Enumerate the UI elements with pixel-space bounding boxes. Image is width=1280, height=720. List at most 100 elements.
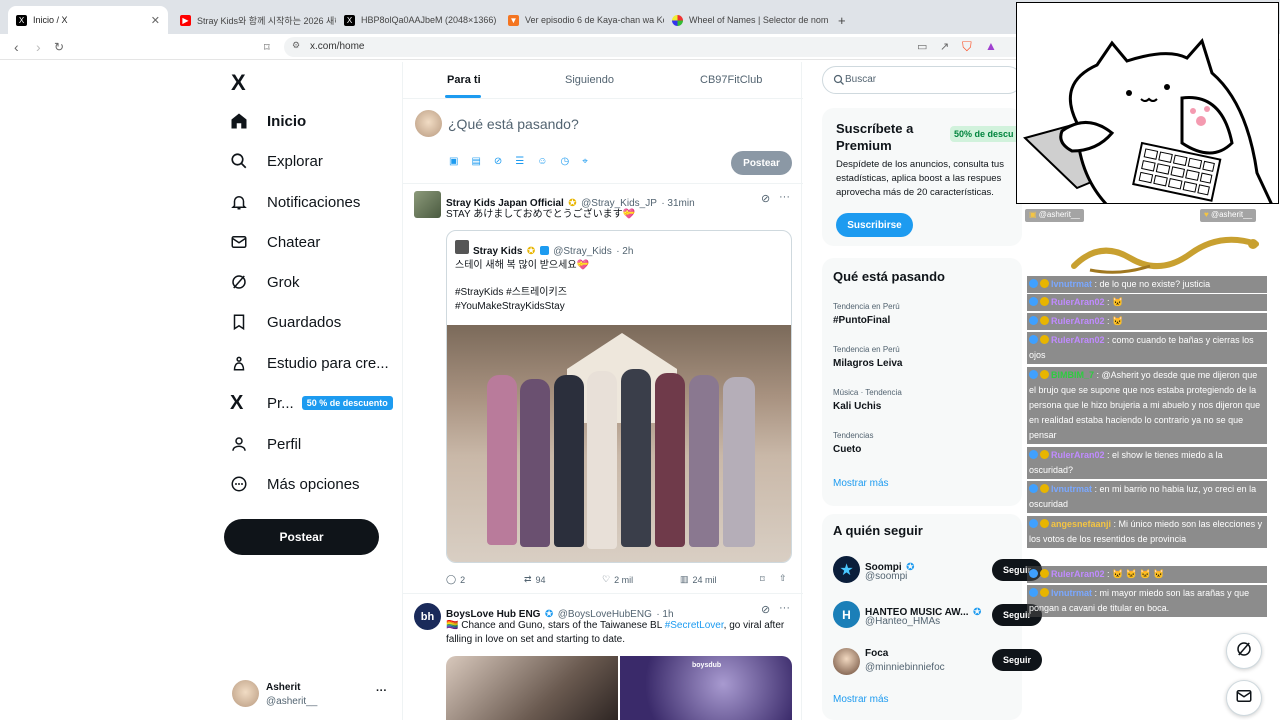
nav-label: Grok bbox=[267, 273, 300, 291]
person-figure bbox=[655, 373, 685, 547]
chat-separator: : bbox=[1094, 370, 1102, 380]
nav-item-guardados[interactable]: Guardados bbox=[226, 302, 396, 342]
search-input[interactable]: Buscar bbox=[845, 74, 876, 85]
follow-show-more-link[interactable]: Mostrar más bbox=[833, 694, 889, 705]
tab-para-ti[interactable]: Para ti bbox=[447, 74, 481, 86]
nav-item-inicio[interactable]: Inicio bbox=[226, 101, 396, 141]
views-button[interactable]: ▥ 24 mil bbox=[680, 574, 717, 585]
bookmark-icon bbox=[230, 311, 258, 333]
grok-explain-icon[interactable]: ⊘ bbox=[761, 192, 770, 205]
compose-post-button[interactable]: Postear bbox=[731, 151, 792, 175]
follow-name[interactable]: Foca bbox=[865, 648, 888, 659]
nav-label: Notificaciones bbox=[267, 193, 361, 211]
brave-rewards-icon[interactable]: ▲ bbox=[985, 39, 997, 53]
nav-item-perfil[interactable]: Perfil bbox=[226, 424, 396, 464]
tab-siguiendo[interactable]: Siguiendo bbox=[565, 74, 614, 86]
nav-item-notificaciones[interactable]: Notificaciones bbox=[226, 182, 396, 222]
chat-badge-icon bbox=[1040, 484, 1049, 493]
tweet-text: STAY あけましておめでとうございます💝 bbox=[446, 209, 636, 220]
follow-title: A quién seguir bbox=[833, 523, 923, 538]
trend-item[interactable]: Tendencia en Perú #PuntoFinal bbox=[833, 302, 900, 326]
share-icon[interactable]: ↗ bbox=[940, 40, 949, 53]
site-info-icon[interactable]: ⚙ bbox=[292, 40, 300, 51]
tweet-image-left[interactable] bbox=[446, 656, 618, 720]
tab-cb97fitclub[interactable]: CB97FitClub bbox=[700, 74, 762, 86]
post-button[interactable]: Postear bbox=[224, 519, 379, 555]
tweet[interactable]: bh BoysLove Hub ENG ✪ @BoysLoveHubENG · … bbox=[403, 594, 803, 720]
follow-button[interactable]: Seguir bbox=[992, 649, 1042, 671]
quoted-tweet[interactable]: Stray Kids ✪ @Stray_Kids · 2h 스테이 새해 복 많… bbox=[446, 230, 792, 563]
hashtag-link[interactable]: #SecretLover bbox=[665, 620, 724, 631]
crunchyroll-favicon-icon: ▼ bbox=[508, 14, 519, 26]
heart-icon: ♥ bbox=[1204, 210, 1209, 219]
retweet-count: 94 bbox=[535, 574, 546, 585]
more-icon[interactable]: ··· bbox=[376, 685, 387, 697]
grok-floating-button[interactable] bbox=[1226, 633, 1262, 669]
chat-badge-icon bbox=[1040, 588, 1049, 597]
search-icon bbox=[833, 73, 845, 91]
compose-input[interactable]: ¿Qué está pasando? bbox=[448, 116, 579, 132]
search-box[interactable]: Buscar bbox=[822, 66, 1022, 94]
forward-icon[interactable]: › bbox=[36, 39, 41, 55]
schedule-icon[interactable]: ◷ bbox=[560, 156, 569, 167]
account-switcher[interactable]: Asherit @asherit__ ··· bbox=[228, 676, 398, 712]
trend-name: Cueto bbox=[833, 444, 862, 455]
like-button[interactable]: ♡ 2 mil bbox=[602, 574, 633, 585]
tab-image[interactable]: X HBP8olQa0AAJbeM (2048×1366) bbox=[336, 6, 500, 34]
grok-icon[interactable]: ⊘ bbox=[494, 156, 502, 167]
nav-item-estudio[interactable]: Estudio para cre... bbox=[226, 343, 396, 383]
trend-item[interactable]: Música · Tendencia Kali Uchis bbox=[833, 388, 902, 412]
retweet-button[interactable]: ⇄ 94 bbox=[524, 574, 546, 585]
chat-text: @Asherit yo desde que me dijeron que el … bbox=[1029, 370, 1261, 440]
bookmark-icon[interactable]: ⌑ bbox=[760, 574, 765, 585]
nav-item-premium[interactable]: X Pr... 50 % de descuento bbox=[226, 383, 396, 423]
messages-floating-button[interactable] bbox=[1226, 680, 1262, 716]
gif-icon[interactable]: ▤ bbox=[471, 156, 480, 167]
bookmark-page-icon[interactable]: ⌑ bbox=[264, 41, 270, 54]
share-icon[interactable]: ⇧ bbox=[779, 573, 787, 584]
subscribe-button[interactable]: Suscribirse bbox=[836, 213, 913, 237]
brave-shield-icon[interactable]: ⛉ bbox=[962, 39, 972, 55]
tab-wheel-of-names[interactable]: Wheel of Names | Selector de nomb bbox=[664, 6, 828, 34]
person-figure bbox=[554, 375, 584, 547]
chat-separator: : bbox=[1092, 484, 1100, 494]
nav-label: Chatear bbox=[267, 233, 321, 251]
more-icon[interactable]: ··· bbox=[779, 602, 790, 614]
tweet-image-right[interactable]: boysdub bbox=[620, 656, 792, 720]
chat-username: RulerAran02 bbox=[1051, 450, 1105, 460]
nav-item-chatear[interactable]: Chatear bbox=[226, 222, 396, 262]
chat-username: lvnutrmat bbox=[1051, 484, 1093, 494]
trend-item[interactable]: Tendencia en Perú Milagros Leiva bbox=[833, 345, 902, 369]
group-photo[interactable] bbox=[447, 325, 791, 562]
reload-icon[interactable]: ↻ bbox=[54, 40, 64, 54]
emoji-icon[interactable]: ☺ bbox=[537, 156, 547, 167]
nav-item-explorar[interactable]: Explorar bbox=[226, 141, 396, 181]
cast-icon[interactable]: ▭ bbox=[917, 40, 927, 53]
chat-username: lvnutrmat bbox=[1051, 279, 1093, 289]
close-icon[interactable]: ✕ bbox=[145, 14, 160, 27]
url-field[interactable]: ⚙ x.com/home bbox=[284, 37, 1024, 57]
tab-stray-kids[interactable]: ▶ Stray Kids와 함께 시작하는 2026 새해 bbox=[172, 6, 336, 34]
tab-inicio-x[interactable]: X Inicio / X ✕ bbox=[8, 6, 168, 34]
tab-title: Inicio / X bbox=[33, 15, 68, 25]
tweet[interactable]: Stray Kids Japan Official ✪ @Stray_Kids_… bbox=[403, 184, 803, 594]
nav-item-mas-opciones[interactable]: Más opciones bbox=[226, 464, 396, 504]
tweet-time[interactable]: · 31min bbox=[661, 198, 694, 209]
follow-handle: @Hanteo_HMAs bbox=[865, 616, 941, 627]
more-circle-icon bbox=[230, 473, 258, 495]
x-logo[interactable]: X bbox=[231, 70, 246, 96]
new-tab-button[interactable]: + bbox=[830, 6, 850, 34]
trends-show-more-link[interactable]: Mostrar más bbox=[833, 478, 889, 489]
reply-button[interactable]: ◯ 2 bbox=[446, 574, 465, 585]
nav-item-grok[interactable]: Grok bbox=[226, 262, 396, 302]
back-icon[interactable]: ‹ bbox=[14, 39, 19, 55]
tab-anime[interactable]: ▼ Ver episodio 6 de Kaya-chan wa Kow bbox=[500, 6, 664, 34]
chat-separator: : bbox=[1092, 588, 1100, 598]
trend-category: Tendencia en Perú bbox=[833, 345, 900, 354]
poll-icon[interactable]: ☰ bbox=[515, 156, 524, 167]
grok-explain-icon[interactable]: ⊘ bbox=[761, 603, 770, 616]
image-icon[interactable]: ▣ bbox=[449, 156, 458, 167]
trend-item[interactable]: Tendencias Cueto bbox=[833, 431, 873, 455]
location-icon[interactable]: ⌖ bbox=[582, 156, 588, 167]
more-icon[interactable]: ··· bbox=[779, 191, 790, 203]
